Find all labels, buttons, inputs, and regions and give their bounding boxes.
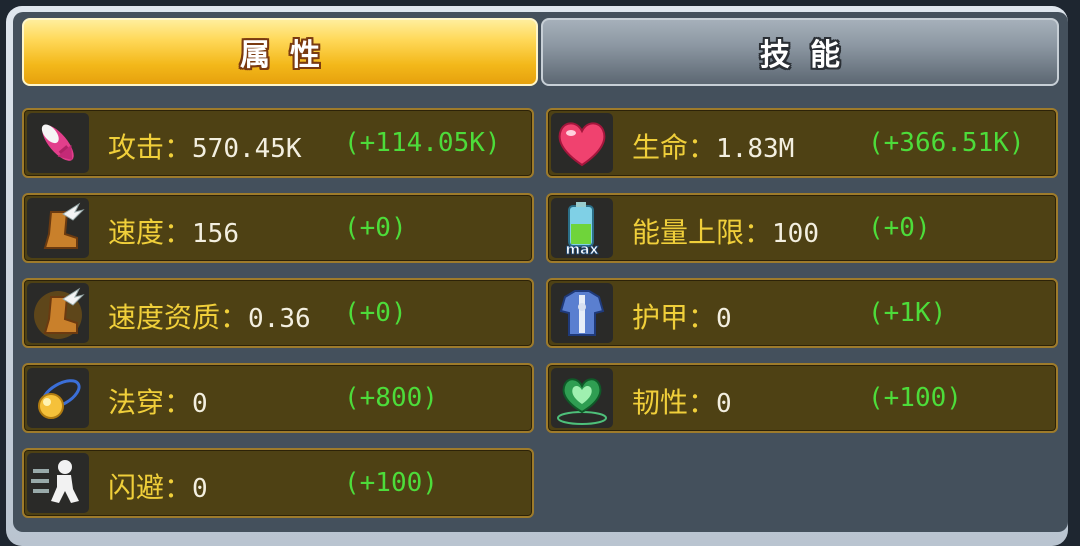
- tab-attributes[interactable]: 属性: [22, 18, 538, 86]
- stat-label: 韧性：: [632, 386, 717, 419]
- stat-magic-penetration: 法穿：0 (+800): [22, 363, 534, 433]
- stat-value: 1.83M: [716, 134, 795, 164]
- stat-value: 0: [716, 389, 732, 419]
- stat-label: 护甲：: [632, 301, 717, 334]
- stat-bonus: (+0): [344, 298, 407, 328]
- stat-tenacity: 韧性：0 (+100): [546, 363, 1058, 433]
- stat-value: 100: [772, 219, 819, 249]
- winged-boot-glow-icon: [27, 283, 89, 343]
- stat-hp: 生命：1.83M (+366.51K): [546, 108, 1058, 178]
- heart-icon: [551, 113, 613, 173]
- tab-skills[interactable]: 技能: [541, 18, 1059, 86]
- stat-label: 法穿：: [108, 386, 193, 419]
- svg-text:max: max: [565, 242, 598, 258]
- stat-bonus: (+100): [868, 383, 962, 413]
- winged-boot-icon: [27, 198, 89, 258]
- stat-value: 0: [716, 304, 732, 334]
- stat-value: 0: [192, 389, 208, 419]
- stat-armor: 护甲：0 (+1K): [546, 278, 1058, 348]
- armor-icon: [551, 283, 613, 343]
- stat-value: 0.36: [248, 304, 311, 334]
- stat-label: 闪避：: [108, 471, 193, 504]
- stat-value: 0: [192, 474, 208, 504]
- stat-label: 攻击：: [108, 131, 193, 164]
- dodge-runner-icon: [27, 453, 89, 513]
- stat-label: 生命：: [632, 131, 717, 164]
- rocket-icon: [27, 113, 89, 173]
- stat-label: 速度资质：: [108, 301, 249, 334]
- green-heart-icon: [551, 368, 613, 428]
- magic-orb-icon: [27, 368, 89, 428]
- stat-label: 速度：: [108, 216, 193, 249]
- stat-speed: 速度：156 (+0): [22, 193, 534, 263]
- stat-value: 570.45K: [192, 134, 302, 164]
- battery-max-icon: max: [551, 198, 613, 258]
- stat-bonus: (+800): [344, 383, 438, 413]
- stat-bonus: (+1K): [868, 298, 947, 328]
- stat-speed-aptitude: 速度资质：0.36 (+0): [22, 278, 534, 348]
- stat-bonus: (+366.51K): [868, 128, 1025, 158]
- stat-dodge: 闪避：0 (+100): [22, 448, 534, 518]
- stat-value: 156: [192, 219, 239, 249]
- stat-bonus: (+100): [344, 468, 438, 498]
- stat-bonus: (+114.05K): [344, 128, 501, 158]
- stat-bonus: (+0): [344, 213, 407, 243]
- stat-energy-cap: max 能量上限：100 (+0): [546, 193, 1058, 263]
- stat-bonus: (+0): [868, 213, 931, 243]
- stat-attack: 攻击：570.45K (+114.05K): [22, 108, 534, 178]
- stat-label: 能量上限：: [632, 216, 773, 249]
